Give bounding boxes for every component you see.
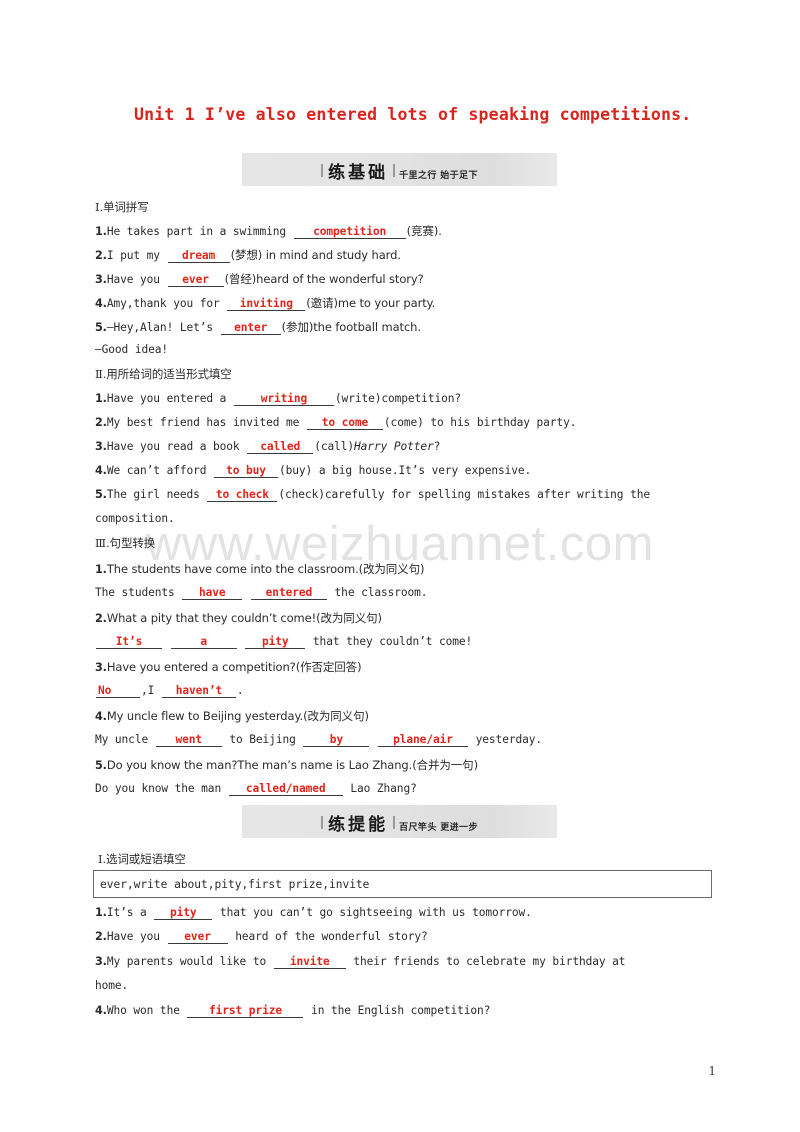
answer-blank[interactable]: competition (293, 226, 406, 239)
exercise-question: 2.What a pity that they couldn’t come!(改… (95, 611, 382, 625)
banner-divider-icon (393, 816, 396, 829)
answer-blank[interactable]: first prize (187, 1005, 304, 1018)
word-bank-box: ever,write about,pity,first prize,invite (93, 870, 712, 898)
answer-blank[interactable]: pity (245, 636, 306, 649)
answer-blank[interactable]: pity (154, 907, 213, 920)
section-banner-skills: 练提能 百尺竿头 更进一步 (242, 805, 557, 838)
exercise-item: 3.My parents would like to invite their … (95, 955, 626, 969)
exercise-item: 2.My best friend has invited me to come(… (95, 416, 577, 430)
exercise-item: 1.Have you entered a writing (write)compe… (95, 392, 461, 406)
answer-blank[interactable]: haven’t (161, 685, 236, 698)
answer-blank[interactable]: inviting (227, 298, 306, 311)
exercise-question: 5.Do you know the man?The man’s name is … (95, 758, 478, 772)
exercise-reply: —Good idea! (95, 343, 168, 356)
exercise-item: 4.Amy,thank you for inviting (邀请)me to yo… (95, 296, 436, 311)
answer-blank[interactable]: dream (167, 250, 230, 263)
exercise-answer: No ,I haven’t. (96, 684, 244, 698)
answer-blank[interactable]: to buy (214, 465, 279, 478)
answer-blank[interactable]: It’s (96, 636, 162, 649)
exercise-item: 3.Have you ever (曾经)heard of the wonderfu… (95, 272, 424, 287)
page-title: Unit 1 I’ve also entered lots of speakin… (134, 105, 692, 124)
banner-divider-icon (321, 164, 324, 177)
answer-blank[interactable]: called (247, 441, 314, 454)
book-title: Harry Potter (354, 440, 434, 453)
banner-sub-label: 千里之行 始于足下 (399, 171, 478, 181)
section-heading-iv: Ⅰ.选词或短语填空 (98, 852, 186, 866)
word-bank-text: ever,write about,pity,first prize,invite (100, 877, 370, 891)
exercise-item: 2.I put my dream (梦想) in mind and study h… (95, 248, 401, 263)
answer-blank[interactable]: writing (233, 393, 334, 406)
exercise-wrap-line: home. (95, 979, 129, 992)
exercise-answer: The students have entered the classroom. (95, 586, 428, 600)
banner-divider-icon (321, 816, 324, 829)
answer-blank[interactable]: ever (167, 274, 224, 287)
banner-main-label: 练提能 (328, 815, 389, 835)
banner-divider-icon (393, 164, 396, 177)
exercise-item: 5.—Hey,Alan! Let’s enter (参加)the football… (95, 320, 421, 335)
section-banner-basics: 练基础 千里之行 始于足下 (242, 153, 557, 186)
exercise-item: 2.Have you ever heard of the wonderful s… (95, 930, 428, 944)
exercise-answer: It’s a pity that they couldn’t come! (95, 635, 472, 649)
answer-blank[interactable]: a (170, 636, 237, 649)
section-heading-iii: Ⅲ.句型转换 (95, 536, 156, 550)
exercise-item: 3.Have you read a book called (call)Harry… (95, 440, 441, 454)
exercise-item: 4.Who won the first prize in the English… (95, 1004, 491, 1018)
exercise-question: 3.Have you entered a competition?(作否定回答) (95, 660, 362, 674)
exercise-item: 1.It’s a pity that you can’t go sightsee… (95, 906, 532, 920)
section-heading-i: Ⅰ.单词拼写 (95, 200, 149, 214)
banner-sub-label: 百尺竿头 更进一步 (399, 823, 478, 833)
answer-blank[interactable]: called/named (228, 783, 343, 796)
section-heading-ii: Ⅱ.用所给词的适当形式填空 (95, 367, 232, 381)
exercise-question: 4.My uncle flew to Beijing yesterday.(改为… (95, 709, 369, 723)
answer-blank[interactable]: No (96, 685, 140, 698)
page-number: 1 (708, 1064, 716, 1078)
exercise-wrap-line: composition. (95, 512, 175, 525)
exercise-answer: My uncle went to Beijing by plane/air ye… (95, 733, 543, 747)
answer-blank[interactable]: invite (273, 956, 346, 969)
exercise-item: 4.We can’t afford to buy (buy) a big hous… (95, 464, 532, 478)
answer-blank[interactable]: to check (207, 489, 278, 502)
exercise-question: 1.The students have come into the classr… (95, 562, 425, 576)
answer-blank[interactable]: have (182, 587, 243, 600)
answer-blank[interactable]: enter (220, 322, 281, 335)
exercise-answer: Do you know the man called/named Lao Zha… (95, 782, 417, 796)
document-page: www.weizhuannet.com Unit 1 I’ve also ent… (0, 0, 800, 1132)
banner-main-label: 练基础 (328, 163, 389, 183)
answer-blank[interactable]: by (303, 734, 370, 747)
answer-blank[interactable]: went (155, 734, 222, 747)
answer-blank[interactable]: plane/air (378, 734, 469, 747)
exercise-item: 1.He takes part in a swimming competitio… (95, 224, 442, 239)
answer-blank[interactable]: to come (306, 417, 383, 430)
answer-blank[interactable]: ever (167, 931, 228, 944)
exercise-item: 5.The girl needs to check (check)carefull… (95, 488, 650, 502)
answer-blank[interactable]: entered (250, 587, 327, 600)
